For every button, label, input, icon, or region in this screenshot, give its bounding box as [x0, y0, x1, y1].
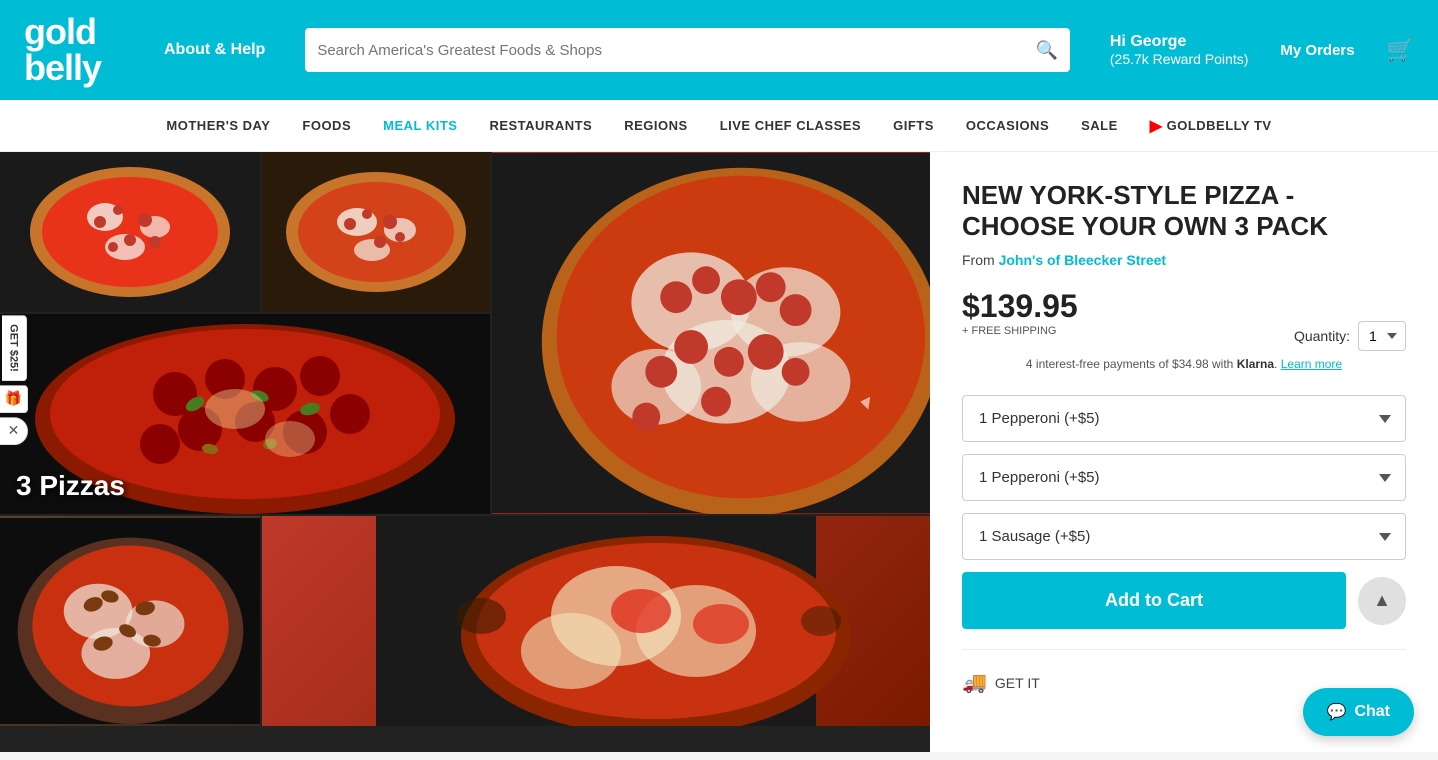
main-content: 3 Pizzas: [0, 152, 1438, 752]
product-image-mid-wide[interactable]: 3 Pizzas: [0, 314, 490, 514]
delivery-icon: 🚚: [962, 670, 987, 695]
chevron-up-icon: ▲: [1373, 590, 1391, 611]
product-from: From John's of Bleecker Street: [962, 252, 1406, 268]
search-bar: 🔍: [305, 28, 1070, 72]
greeting-name: Hi George: [1110, 33, 1249, 51]
pizza-dropdown-3[interactable]: 1 Sausage (+$5) 1 Pepperoni (+$5) 1 Marg…: [962, 513, 1406, 560]
scroll-top-button[interactable]: ▲: [1358, 577, 1406, 625]
klarna-brand: Klarna: [1237, 357, 1274, 371]
referral-tab[interactable]: GET $25!: [2, 315, 27, 381]
nav-item-foods[interactable]: FOODS: [302, 118, 351, 133]
product-image-bot-right[interactable]: [262, 516, 930, 726]
nav-item-goldbelly-tv[interactable]: ▶ GOLDBELLY TV: [1150, 116, 1272, 136]
klarna-info: 4 interest-free payments of $34.98 with …: [962, 357, 1406, 371]
chat-button[interactable]: 💬 Chat: [1303, 688, 1414, 736]
get-it-label: GET IT: [995, 675, 1040, 691]
user-greeting: Hi George (25.7k Reward Points): [1110, 33, 1249, 67]
quantity-select[interactable]: 1 2 3 4 5: [1358, 321, 1406, 351]
referral-sidebar: GET $25! 🎁 ✕: [0, 315, 28, 445]
nav-item-restaurants[interactable]: RESTAURANTS: [489, 118, 592, 133]
nav-item-meal-kits[interactable]: MEAL KITS: [383, 118, 457, 133]
pizza-dropdown-2[interactable]: 1 Pepperoni (+$5) 1 Margherita 1 Sausage…: [962, 454, 1406, 501]
quantity-label: Quantity:: [1294, 328, 1350, 344]
referral-close-button[interactable]: ✕: [0, 417, 28, 445]
add-to-cart-button[interactable]: Add to Cart: [962, 572, 1346, 629]
price-row: $139.95 + FREE SHIPPING Quantity: 1 2 3 …: [962, 288, 1406, 351]
site-header: GOLD BeLLy About & Help 🔍 Hi George (25.…: [0, 0, 1438, 100]
product-image-large[interactable]: [492, 152, 930, 514]
product-image-top-mid[interactable]: [262, 152, 490, 312]
shop-link[interactable]: John's of Bleecker Street: [999, 252, 1167, 268]
my-orders-link[interactable]: My Orders: [1280, 42, 1354, 59]
chat-icon: 💬: [1327, 702, 1347, 722]
klarna-learn-more-link[interactable]: Learn more: [1281, 357, 1342, 371]
product-image-top-left[interactable]: [0, 152, 260, 312]
cart-icon[interactable]: 🛒: [1387, 37, 1414, 63]
header-right: Hi George (25.7k Reward Points) My Order…: [1110, 33, 1414, 67]
divider: [962, 649, 1406, 650]
main-nav: MOTHER'S DAY FOODS MEAL KITS RESTAURANTS…: [0, 100, 1438, 152]
goldbelly-tv-label: GOLDBELLY TV: [1167, 118, 1272, 133]
product-price: $139.95: [962, 288, 1078, 325]
nav-item-regions[interactable]: REGIONS: [624, 118, 687, 133]
search-button[interactable]: 🔍: [1035, 40, 1057, 61]
about-help-link[interactable]: About & Help: [164, 41, 265, 59]
product-image-grid: 3 Pizzas: [0, 152, 930, 752]
pizza-dropdown-1[interactable]: 1 Pepperoni (+$5) 1 Margherita 1 Sausage…: [962, 395, 1406, 442]
nav-item-gifts[interactable]: GIFTS: [893, 118, 934, 133]
product-image-bot-left[interactable]: [0, 516, 260, 726]
cart-row: Add to Cart ▲: [962, 572, 1406, 629]
chat-label: Chat: [1354, 703, 1390, 721]
reward-points: (25.7k Reward Points): [1110, 51, 1249, 67]
search-input[interactable]: [317, 42, 1035, 59]
free-shipping-label: + FREE SHIPPING: [962, 325, 1078, 337]
nav-item-live-chef-classes[interactable]: LIVE CHEF CLASSES: [720, 118, 861, 133]
pizza-count-label: 3 Pizzas: [16, 470, 125, 502]
nav-item-mothers-day[interactable]: MOTHER'S DAY: [166, 118, 270, 133]
referral-icon[interactable]: 🎁: [0, 385, 28, 413]
product-title: NEW YORK-STYLE PIZZA - CHOOSE YOUR OWN 3…: [962, 180, 1406, 242]
product-panel: NEW YORK-STYLE PIZZA - CHOOSE YOUR OWN 3…: [930, 152, 1438, 752]
site-logo[interactable]: GOLD BeLLy: [24, 14, 124, 86]
quantity-group: Quantity: 1 2 3 4 5: [1294, 321, 1406, 351]
nav-item-sale[interactable]: SALE: [1081, 118, 1118, 133]
play-icon: ▶: [1150, 116, 1163, 136]
nav-item-occasions[interactable]: OCCASIONS: [966, 118, 1049, 133]
search-icon: 🔍: [1035, 40, 1057, 60]
